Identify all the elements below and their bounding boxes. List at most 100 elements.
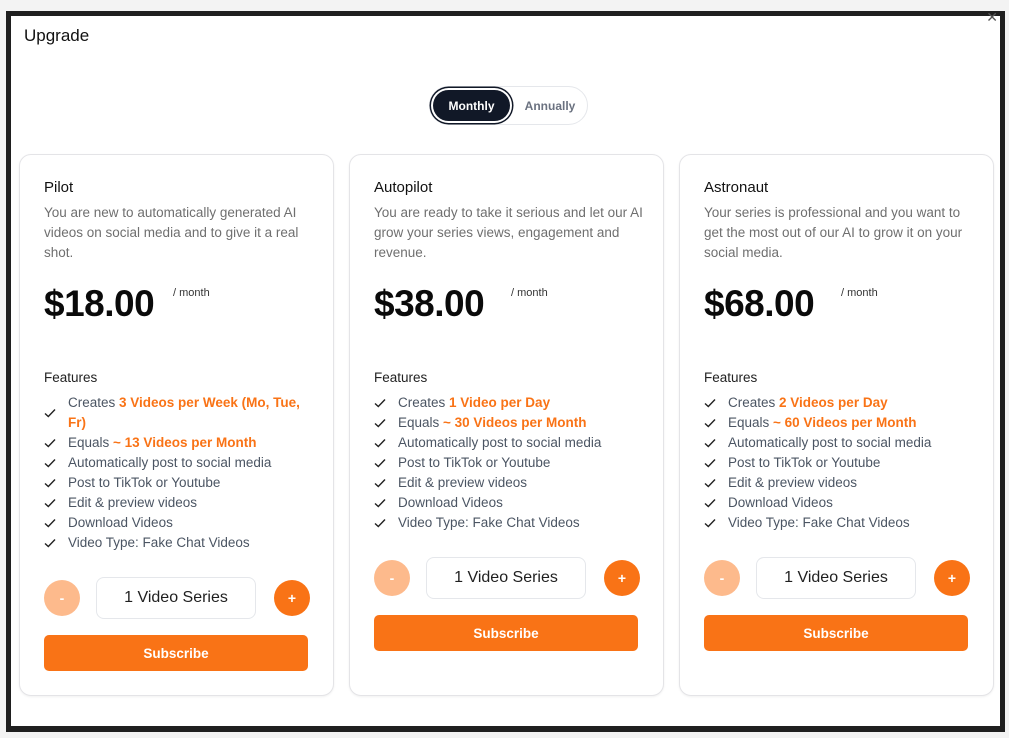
increase-button[interactable]: + (604, 560, 640, 596)
feature-label: Download Videos (728, 495, 833, 510)
feature-label: Edit & preview videos (68, 495, 198, 510)
feature-text: Edit & preview videos (68, 493, 197, 513)
check-icon (44, 493, 58, 513)
feature-text: Edit & preview videos (728, 473, 857, 493)
subscribe-button[interactable]: Subscribe (44, 635, 308, 671)
plan-card-autopilot: Autopilot You are ready to take it serio… (349, 154, 664, 696)
feature-label: Creates (728, 395, 780, 410)
feature-text: Download Videos (68, 513, 173, 533)
subscribe-button[interactable]: Subscribe (704, 615, 968, 651)
check-icon (704, 493, 718, 513)
feature-text: Equals ~ 30 Videos per Month (398, 413, 586, 433)
check-icon (44, 433, 58, 453)
increase-button[interactable]: + (934, 560, 970, 596)
plan-name: Astronaut (704, 179, 769, 196)
check-icon (44, 513, 58, 533)
features-heading: Features (704, 370, 758, 385)
feature-label: Video Type: Fake Chat Videos (68, 535, 250, 550)
feature-text: Edit & preview videos (398, 473, 527, 493)
check-icon (374, 493, 388, 513)
check-icon (704, 513, 718, 533)
subscribe-button[interactable]: Subscribe (374, 615, 638, 651)
plan-name: Pilot (44, 179, 74, 196)
feature-label: Edit & preview videos (398, 475, 528, 490)
feature-item: Creates 2 Videos per Day (704, 393, 974, 413)
toggle-annually[interactable]: Annually (516, 90, 584, 121)
feature-item: Video Type: Fake Chat Videos (374, 513, 644, 533)
close-icon[interactable]: ✕ (986, 10, 998, 24)
plan-name: Autopilot (374, 179, 433, 196)
check-icon (704, 433, 718, 453)
decrease-button[interactable]: - (44, 580, 80, 616)
features-list: Creates 1 Video per Day Equals ~ 30 Video… (374, 393, 644, 533)
feature-label: Automatically post to social media (398, 435, 602, 450)
feature-label: Equals (728, 415, 774, 430)
check-icon (374, 453, 388, 473)
decrease-button[interactable]: - (374, 560, 410, 596)
feature-item: Download Videos (374, 493, 644, 513)
feature-item: Creates 1 Video per Day (374, 393, 644, 413)
feature-text: Automatically post to social media (728, 433, 931, 453)
feature-text: Video Type: Fake Chat Videos (398, 513, 580, 533)
feature-label: Equals (398, 415, 444, 430)
feature-text: Creates 2 Videos per Day (728, 393, 888, 413)
feature-item: Edit & preview videos (704, 473, 974, 493)
check-icon (374, 393, 388, 413)
plan-card-astronaut: Astronaut Your series is professional an… (679, 154, 994, 696)
feature-item: Video Type: Fake Chat Videos (44, 533, 314, 553)
modal-title: Upgrade (24, 26, 90, 45)
plan-price: $38.00 (374, 283, 485, 324)
check-icon (704, 413, 718, 433)
feature-label: Post to TikTok or Youtube (728, 455, 881, 470)
check-icon (374, 413, 388, 433)
feature-label: Creates (68, 395, 120, 410)
feature-item: Download Videos (704, 493, 974, 513)
feature-label: Download Videos (398, 495, 503, 510)
price-period: / month (173, 287, 210, 299)
feature-highlight: ~ 30 Videos per Month (443, 415, 587, 430)
check-icon (44, 533, 58, 553)
check-icon (374, 473, 388, 493)
feature-highlight: 2 Videos per Day (779, 395, 888, 410)
plan-description: You are new to automatically generated A… (44, 205, 299, 260)
feature-text: Post to TikTok or Youtube (398, 453, 550, 473)
price-period: / month (511, 287, 548, 299)
feature-label: Creates (398, 395, 450, 410)
feature-text: Video Type: Fake Chat Videos (728, 513, 910, 533)
decrease-button[interactable]: - (704, 560, 740, 596)
check-icon (704, 453, 718, 473)
series-quantity-stepper: - 1 Video Series + (44, 577, 310, 619)
feature-label: Automatically post to social media (68, 455, 272, 470)
series-quantity-field[interactable]: 1 Video Series (756, 557, 916, 599)
feature-highlight: 1 Video per Day (449, 395, 551, 410)
feature-item: Equals ~ 13 Videos per Month (44, 433, 314, 453)
feature-text: Download Videos (728, 493, 833, 513)
check-icon (44, 393, 58, 433)
plan-price: $18.00 (44, 283, 155, 324)
check-icon (374, 433, 388, 453)
upgrade-modal: Upgrade ✕ Monthly Annually Pilot You are… (6, 10, 1005, 732)
feature-item: Automatically post to social media (44, 453, 314, 473)
feature-item: Edit & preview videos (44, 493, 314, 513)
plan-description: Your series is professional and you want… (704, 205, 963, 260)
feature-item: Post to TikTok or Youtube (374, 453, 644, 473)
feature-item: Download Videos (44, 513, 314, 533)
features-list: Creates 2 Videos per Day Equals ~ 60 Vide… (704, 393, 974, 533)
series-quantity-stepper: - 1 Video Series + (704, 557, 970, 599)
feature-label: Automatically post to social media (728, 435, 932, 450)
feature-text: Equals ~ 60 Videos per Month (728, 413, 916, 433)
feature-label: Video Type: Fake Chat Videos (398, 515, 580, 530)
features-heading: Features (374, 370, 428, 385)
check-icon (704, 473, 718, 493)
toggle-monthly[interactable]: Monthly (433, 90, 510, 121)
feature-text: Post to TikTok or Youtube (68, 473, 220, 493)
feature-label: Video Type: Fake Chat Videos (728, 515, 910, 530)
feature-highlight: ~ 13 Videos per Month (113, 435, 257, 450)
features-heading: Features (44, 370, 98, 385)
increase-button[interactable]: + (274, 580, 310, 616)
check-icon (374, 513, 388, 533)
feature-item: Post to TikTok or Youtube (704, 453, 974, 473)
series-quantity-field[interactable]: 1 Video Series (426, 557, 586, 599)
series-quantity-field[interactable]: 1 Video Series (96, 577, 256, 619)
feature-text: Equals ~ 13 Videos per Month (68, 433, 256, 453)
